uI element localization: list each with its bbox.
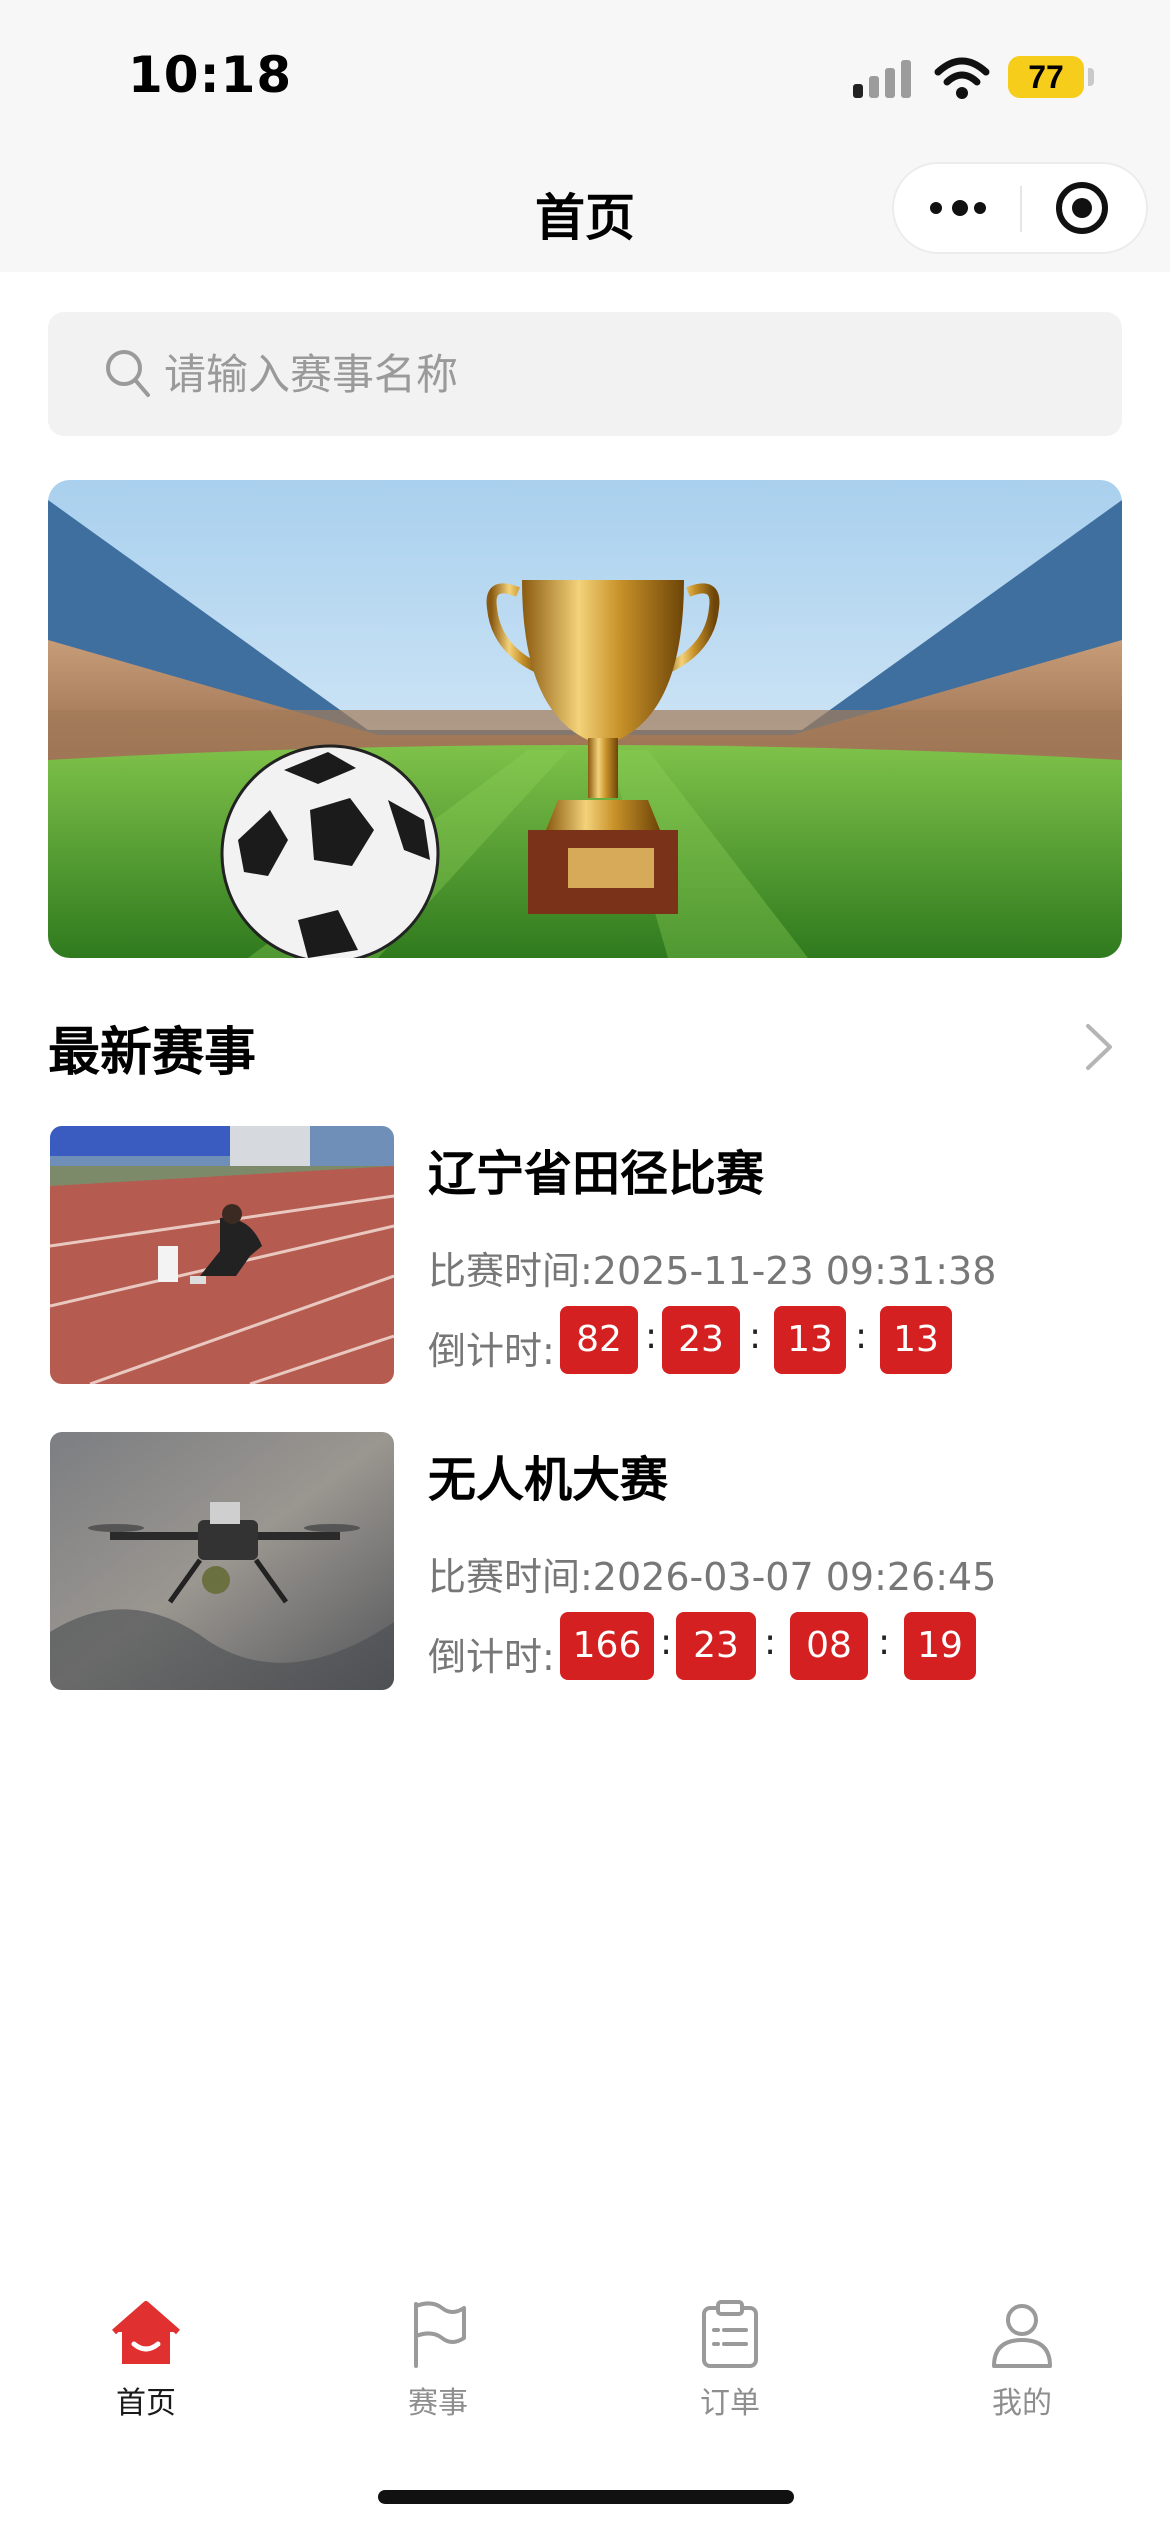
track-sprinter-photo [50,1126,394,1384]
countdown-seconds: 19 [904,1612,976,1680]
flag-icon [414,2301,466,2368]
tab-events[interactable]: 赛事 [292,2278,584,2428]
event-time: 比赛时间:2026-03-07 09:26:45 [428,1555,997,1599]
home-indicator [378,2490,794,2504]
countdown-colon: : [764,1622,777,1663]
status-time: 10:18 [128,46,293,104]
target-circle-icon [1056,182,1108,234]
countdown-label: 倒计时: [428,1635,555,1679]
countdown-minutes: 13 [774,1306,846,1374]
event-card[interactable]: 辽宁省田径比赛 比赛时间:2025-11-23 09:31:38 倒计时: 82… [48,1126,1122,1388]
battery-cap [1088,68,1094,86]
countdown-colon: : [855,1316,868,1357]
event-card[interactable]: 无人机大赛 比赛时间:2026-03-07 09:26:45 倒计时: 166 … [48,1432,1122,1694]
tab-label: 赛事 [408,2386,468,2421]
close-miniprogram-button[interactable] [1022,164,1146,252]
tab-label: 首页 [116,2386,176,2421]
countdown-label: 倒计时: [428,1329,555,1373]
clipboard-icon [702,2300,758,2368]
signal-icon [853,60,913,98]
section-title: 最新赛事 [48,1023,257,1083]
more-button[interactable] [894,164,1020,252]
event-time: 比赛时间:2025-11-23 09:31:38 [428,1249,997,1293]
countdown-minutes: 08 [790,1612,868,1680]
top-bar: 10:18 77 首页 [0,0,1170,272]
search-input[interactable] [164,312,1064,436]
countdown-seconds: 13 [880,1306,952,1374]
mini-program-capsule [892,162,1148,254]
countdown-days: 166 [560,1612,654,1680]
event-name: 无人机大赛 [428,1452,669,1508]
countdown-days: 82 [560,1306,638,1374]
event-thumbnail-track[interactable] [50,1126,394,1384]
tab-label: 订单 [700,2386,760,2421]
user-icon [992,2304,1052,2368]
chevron-right-icon[interactable] [1082,1022,1116,1072]
trophy-football-illustration [48,480,1122,958]
event-name: 辽宁省田径比赛 [428,1146,765,1202]
countdown-colon: : [660,1622,673,1663]
wifi-icon [934,57,990,99]
battery-icon: 77 [1008,56,1084,98]
tab-home[interactable]: 首页 [0,2278,292,2428]
home-icon [112,2301,180,2364]
countdown-colon: : [645,1316,658,1357]
countdown-colon: : [749,1316,762,1357]
drone-photo [50,1432,394,1690]
tab-profile[interactable]: 我的 [876,2278,1168,2428]
tab-orders[interactable]: 订单 [584,2278,876,2428]
countdown-hours: 23 [676,1612,756,1680]
event-thumbnail-drone[interactable] [50,1432,394,1690]
countdown-colon: : [878,1622,891,1663]
search-bar[interactable] [48,312,1122,436]
search-icon [106,350,150,397]
battery-level: 77 [1028,59,1064,95]
countdown-hours: 23 [662,1306,740,1374]
tab-label: 我的 [992,2386,1052,2421]
banner-image[interactable] [48,480,1122,958]
